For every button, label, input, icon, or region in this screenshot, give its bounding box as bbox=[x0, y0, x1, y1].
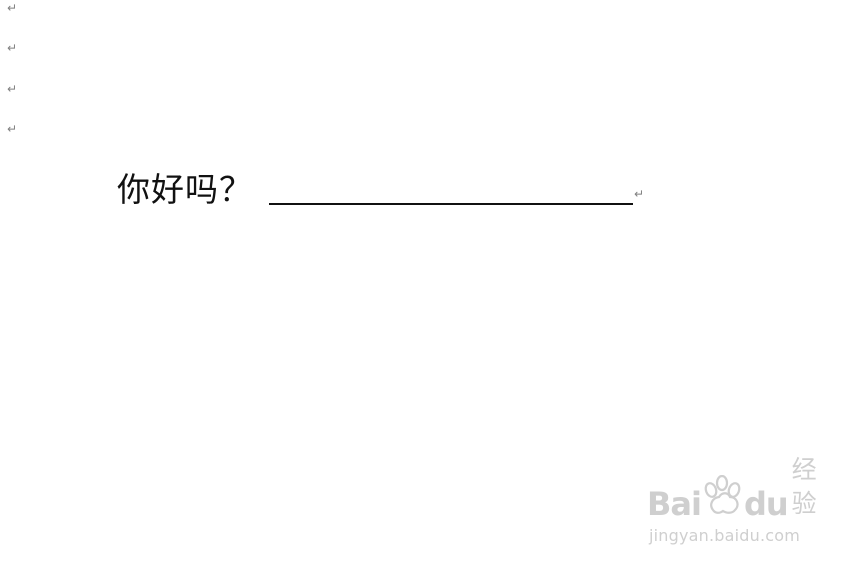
paragraph-mark-icon: ↵ bbox=[7, 122, 18, 136]
baidu-jingyan-watermark: Bai du 经验 jingyan.baidu.com bbox=[647, 455, 817, 549]
document-page: ↵ ↵ ↵ ↵ 你好吗？ ↵ Bai du 经验 jingyan.baidu.c… bbox=[0, 0, 851, 567]
watermark-url: jingyan.baidu.com bbox=[649, 526, 801, 545]
question-text: 你好吗？ bbox=[117, 170, 253, 209]
watermark-logo: Bai du 经验 bbox=[647, 455, 817, 523]
paragraph-mark-icon: ↵ bbox=[7, 1, 18, 15]
question-line: 你好吗？ ↵ bbox=[117, 166, 644, 210]
paragraph-mark-icon: ↵ bbox=[7, 82, 18, 96]
baidu-paw-icon bbox=[698, 475, 746, 521]
paragraph-mark-icon: ↵ bbox=[634, 187, 645, 201]
watermark-logo-prefix: Bai bbox=[647, 485, 702, 523]
watermark-logo-suffix: du bbox=[743, 485, 789, 523]
paragraph-mark-icon: ↵ bbox=[7, 41, 18, 55]
answer-blank[interactable] bbox=[269, 169, 633, 205]
watermark-service-name: 经验 bbox=[791, 455, 817, 518]
